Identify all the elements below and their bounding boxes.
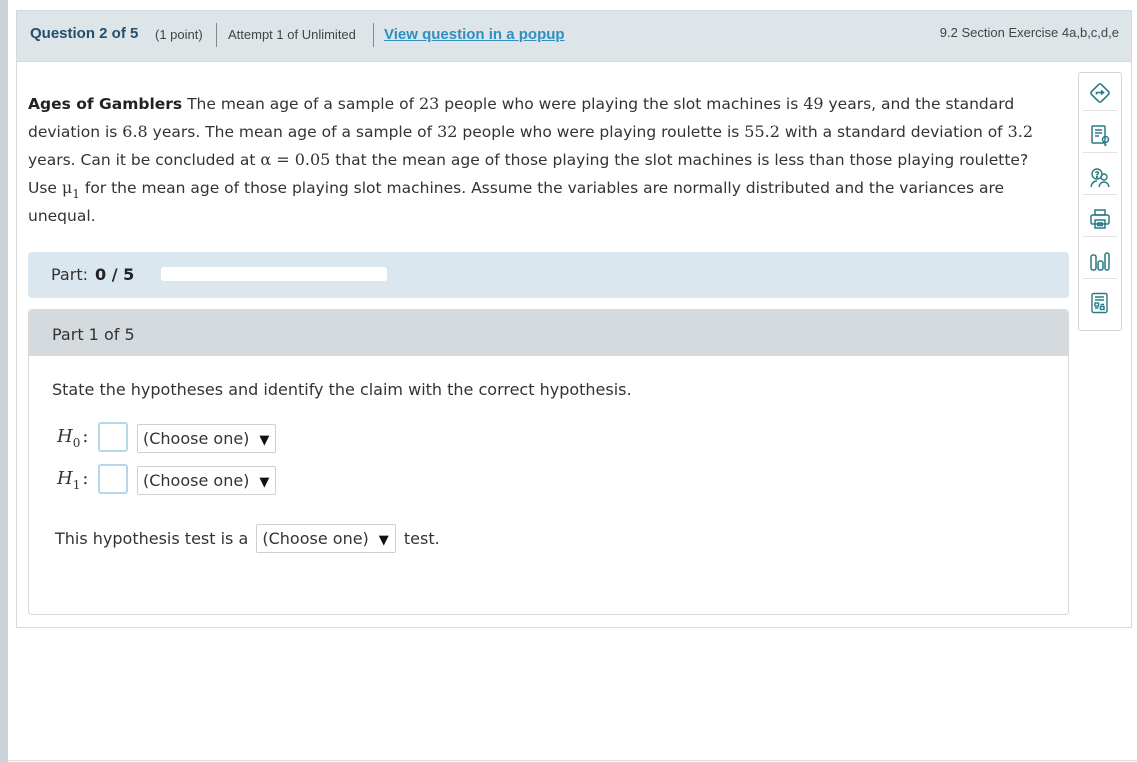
bar-chart-icon[interactable]: [1083, 243, 1117, 279]
question-header: Question 2 of 5 (1 point) Attempt 1 of U…: [16, 10, 1132, 62]
sd-roulette: 3.2: [1007, 122, 1034, 141]
part-panel-header: Part 1 of 5: [29, 310, 1068, 356]
h0-claim-select[interactable]: (Choose one) ▼: [137, 424, 277, 453]
part-label: Part:: [51, 265, 88, 284]
h0-answer-box[interactable]: [98, 422, 128, 452]
header-separator: [216, 23, 217, 47]
question-number: Question 2 of 5: [30, 25, 139, 42]
h1-label: H1:: [57, 468, 89, 492]
part-instruction: State the hypotheses and identify the cl…: [52, 380, 632, 399]
sd-slots: 6.8: [122, 122, 148, 141]
ask-question-icon[interactable]: [1083, 159, 1117, 195]
progress-track: [161, 267, 387, 281]
view-in-popup-link[interactable]: View question in a popup: [384, 26, 565, 43]
sample-size-slots: 23: [418, 94, 440, 113]
question-title: Ages of Gamblers: [28, 95, 183, 113]
section-label: 9.2 Section Exercise 4a,b,c,d,e: [939, 25, 1119, 40]
sample-size-roulette: 32: [437, 122, 458, 141]
h1-answer-box[interactable]: [98, 464, 128, 494]
chevron-down-icon: ▼: [378, 533, 389, 548]
alpha-level: α = 0.05: [260, 150, 331, 169]
chevron-down-icon: ▼: [259, 433, 270, 448]
hint-document-icon[interactable]: [1083, 117, 1117, 153]
bottom-divider: [8, 760, 1137, 761]
h0-label: H0:: [57, 426, 89, 450]
h1-row: H1: (Choose one) ▼: [57, 464, 317, 496]
attempt-counter: Attempt 1 of Unlimited: [228, 27, 356, 42]
part-progress-bar: Part: 0 / 5: [28, 252, 1069, 298]
test-type-select[interactable]: (Choose one) ▼: [256, 524, 396, 553]
chevron-down-icon: ▼: [259, 475, 270, 490]
header-separator: [373, 23, 374, 47]
tool-panel: [1078, 72, 1122, 331]
part-panel: Part 1 of 5 State the hypotheses and ide…: [28, 309, 1069, 615]
mu-symbol: μ: [61, 178, 73, 197]
left-rail: [0, 0, 8, 762]
part-score: 0 / 5: [95, 265, 135, 284]
part-title: Part 1 of 5: [52, 325, 135, 344]
calculator-icon[interactable]: [1083, 285, 1117, 321]
printer-icon[interactable]: [1083, 201, 1117, 237]
test-type-line: This hypothesis test is a (Choose one) ▼ …: [55, 524, 440, 554]
question-points: (1 point): [155, 27, 203, 42]
h1-claim-select[interactable]: (Choose one) ▼: [137, 466, 277, 495]
mean-roulette: 55.2: [744, 122, 780, 141]
exit-arrow-icon[interactable]: [1083, 75, 1117, 111]
mu-subscript: 1: [72, 187, 80, 201]
h0-row: H0: (Choose one) ▼: [57, 422, 317, 454]
question-text: Ages of Gamblers The mean age of a sampl…: [28, 94, 1034, 225]
mean-slots: 49: [803, 94, 824, 113]
